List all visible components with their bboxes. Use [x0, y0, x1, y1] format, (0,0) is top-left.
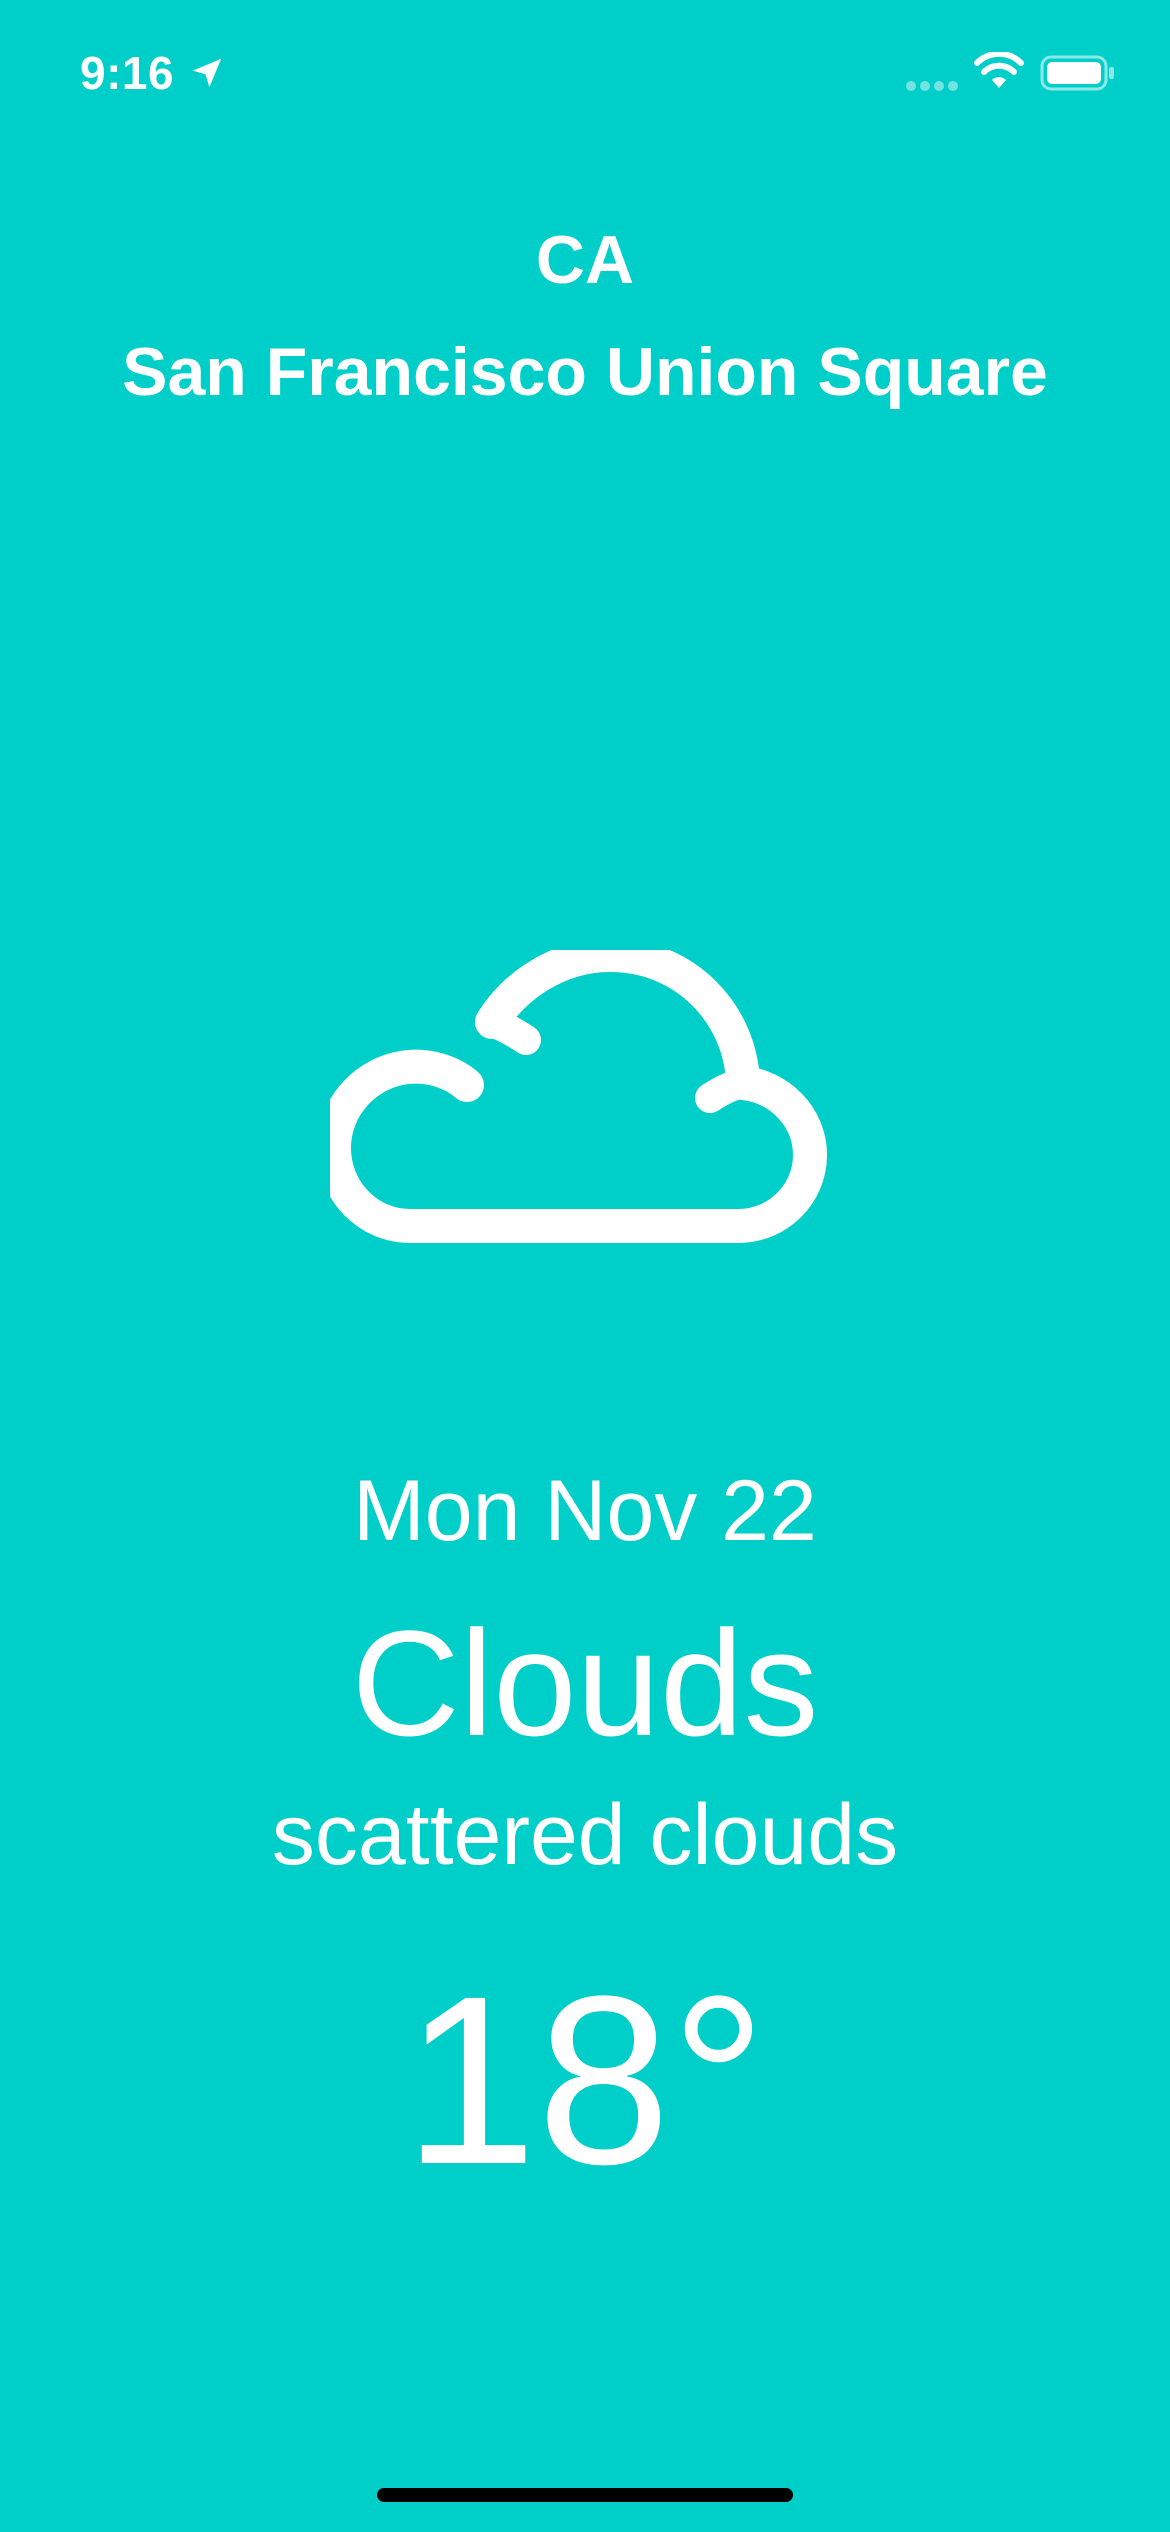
cloud-icon — [330, 950, 827, 1243]
wifi-icon — [974, 52, 1024, 88]
status-bar: 9:16 — [0, 0, 1170, 150]
location-header: CA San Francisco Union Square — [0, 220, 1170, 412]
home-indicator[interactable] — [377, 2488, 793, 2502]
region-label: CA — [535, 222, 635, 298]
city-label: San Francisco Union Square — [122, 334, 1048, 410]
description-label: scattered clouds — [271, 1787, 899, 1883]
temperature-label: 18° — [403, 1946, 767, 2214]
cellular-signal-icon — [906, 81, 958, 91]
status-time: 9:16 — [80, 47, 175, 99]
date-label: Mon Nov 22 — [353, 1463, 817, 1559]
condition-label: Clouds — [351, 1599, 819, 1767]
battery-icon — [1040, 55, 1114, 91]
location-arrow-icon — [192, 58, 222, 88]
